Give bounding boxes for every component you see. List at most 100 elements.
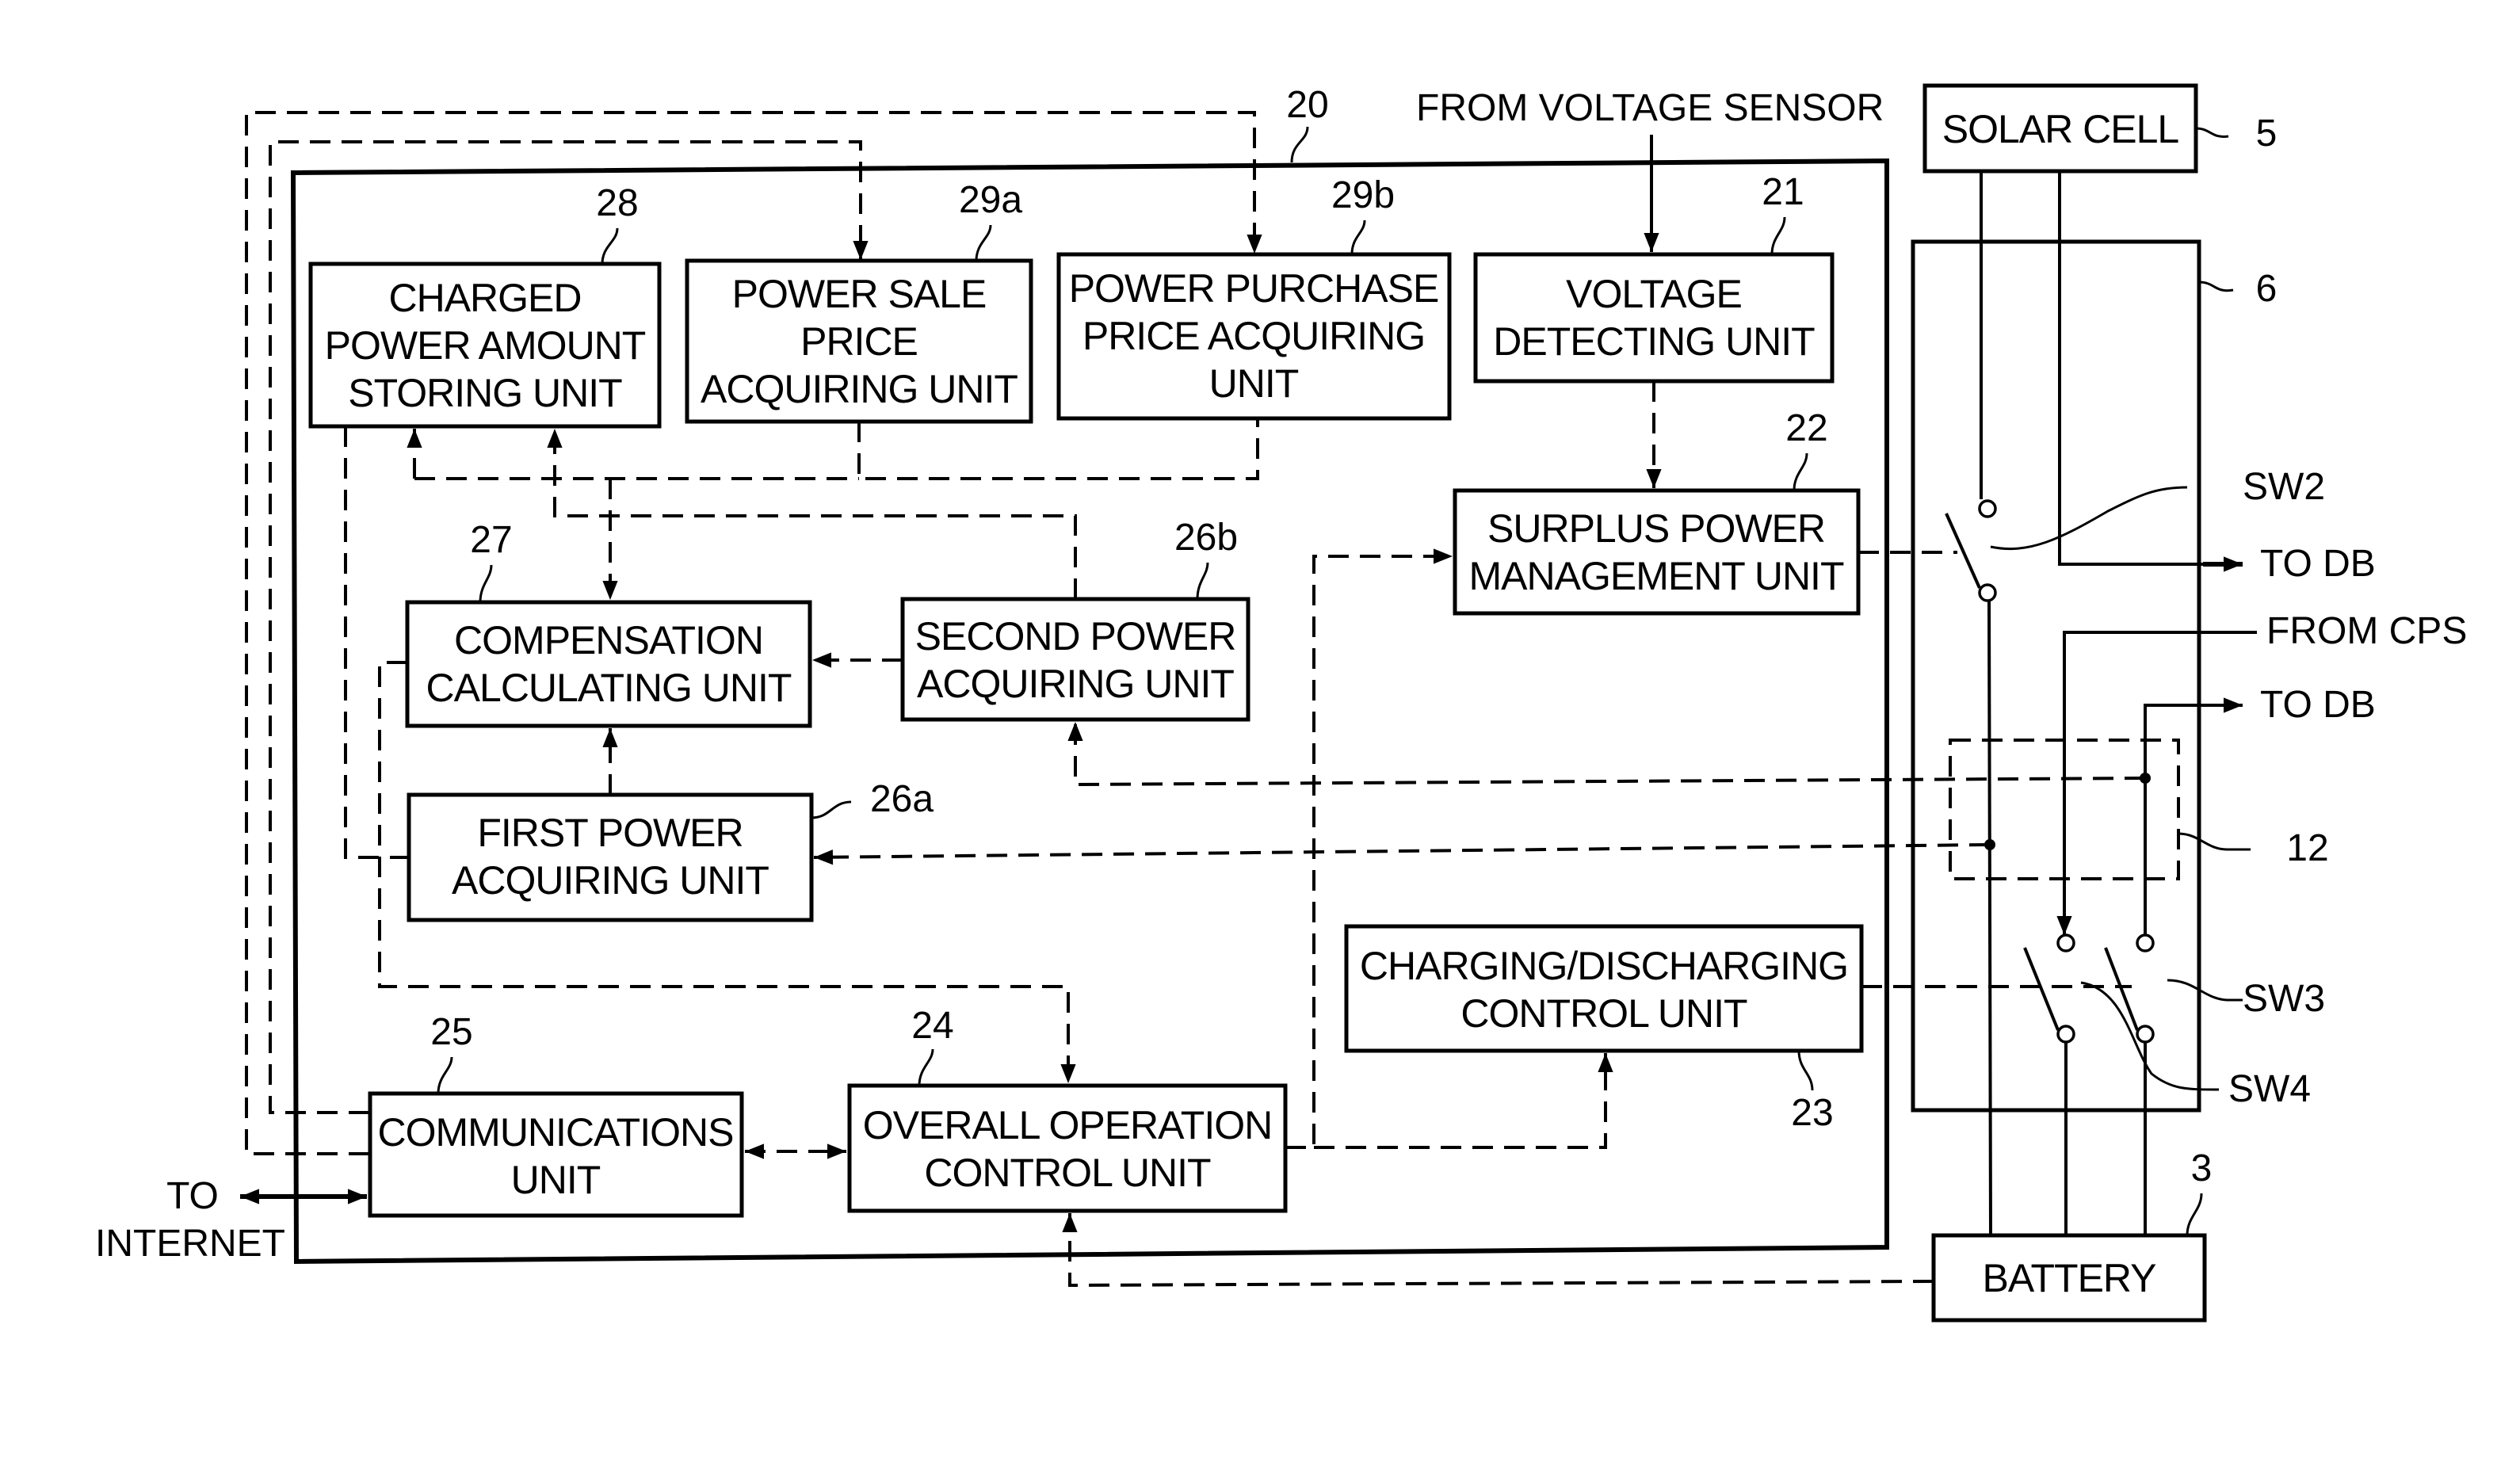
to-db-label-1: TO DB bbox=[2260, 543, 2376, 585]
battery-line-a bbox=[1987, 600, 1992, 1236]
block-label: ACQUIRING UNIT bbox=[701, 367, 1018, 411]
to-internet-label-2: INTERNET bbox=[95, 1223, 285, 1265]
overall-to-charging-link bbox=[1314, 1053, 1613, 1149]
ref-29b: 29b bbox=[1331, 174, 1395, 216]
block-label: OVERALL OPERATION bbox=[863, 1103, 1272, 1147]
sw2-terminal-bottom bbox=[1978, 583, 1997, 602]
ref-29b-leader bbox=[1350, 219, 1366, 255]
block-label: CONTROL UNIT bbox=[1460, 991, 1747, 1036]
ref-27-leader bbox=[479, 564, 493, 603]
ref-5-leader bbox=[2195, 127, 2229, 138]
ref-25: 25 bbox=[430, 1011, 472, 1053]
sw4-label: SW4 bbox=[2228, 1068, 2311, 1110]
block-label: CALCULATING UNIT bbox=[426, 666, 792, 710]
solar-line-b bbox=[2058, 171, 2203, 566]
sw3-terminal-top bbox=[2056, 933, 2075, 952]
ref-5: 5 bbox=[2256, 113, 2278, 155]
voltage-detecting-unit[interactable]: VOLTAGE DETECTING UNIT bbox=[1473, 252, 1835, 384]
block-label: FIRST POWER bbox=[477, 811, 743, 855]
power-purchase-price-acquiring-unit[interactable]: POWER PURCHASE PRICE ACQUIRING UNIT bbox=[1056, 252, 1452, 421]
ref-6: 6 bbox=[2256, 268, 2278, 310]
from-voltage-sensor-label: FROM VOLTAGE SENSOR bbox=[1416, 87, 1884, 129]
block-label: PRICE bbox=[800, 319, 918, 364]
to-db-label-2: TO DB bbox=[2260, 684, 2376, 726]
first-power-acquiring-unit[interactable]: FIRST POWER ACQUIRING UNIT bbox=[407, 792, 814, 922]
sw3-terminal-bottom bbox=[2056, 1025, 2075, 1044]
ref-29a: 29a bbox=[959, 179, 1022, 221]
ref-6-leader bbox=[2198, 281, 2234, 292]
block-label: BATTERY bbox=[1983, 1256, 2157, 1300]
block-label: SOLAR CELL bbox=[1942, 107, 2179, 151]
price-units-bus bbox=[857, 418, 1259, 480]
block-label: POWER PURCHASE bbox=[1069, 266, 1439, 311]
ref-3-leader bbox=[2186, 1193, 2203, 1236]
ref-22: 22 bbox=[1785, 407, 1827, 449]
ref-23-leader bbox=[1797, 1050, 1814, 1091]
to-internet-label-1: TO bbox=[166, 1175, 219, 1217]
ref-24-leader bbox=[918, 1048, 934, 1086]
sw4-terminal-top bbox=[2136, 933, 2155, 952]
charging-discharging-control-unit[interactable]: CHARGING/DISCHARGING CONTROL UNIT bbox=[1344, 924, 1864, 1053]
ref-27: 27 bbox=[470, 519, 512, 561]
block-label: POWER SALE bbox=[732, 272, 987, 316]
block-label: ACQUIRING UNIT bbox=[917, 662, 1234, 706]
battery[interactable]: BATTERY bbox=[1931, 1233, 2207, 1323]
controller-ref-leader bbox=[1290, 126, 1309, 163]
ref-26a-leader bbox=[811, 800, 852, 819]
ref-24: 24 bbox=[911, 1005, 953, 1047]
ref-26b: 26b bbox=[1174, 517, 1238, 559]
ref-22-leader bbox=[1793, 452, 1808, 491]
ref-3: 3 bbox=[2191, 1147, 2213, 1189]
surplus-power-management-unit[interactable]: SURPLUS POWER MANAGEMENT UNIT bbox=[1453, 488, 1861, 616]
second-power-acquiring-unit[interactable]: SECOND POWER ACQUIRING UNIT bbox=[900, 597, 1250, 722]
block-label: MANAGEMENT UNIT bbox=[1469, 554, 1844, 598]
block-label: UNIT bbox=[511, 1158, 601, 1202]
sw3-leader bbox=[2167, 979, 2243, 1002]
ref-25-leader bbox=[437, 1056, 453, 1094]
charged-power-amount-storing-unit[interactable]: CHARGED POWER AMOUNT STORING UNIT bbox=[308, 261, 662, 429]
block-label: COMPENSATION bbox=[454, 618, 763, 662]
compensation-calculating-unit[interactable]: COMPENSATION CALCULATING UNIT bbox=[405, 600, 812, 728]
switch-box bbox=[1911, 239, 2201, 1113]
block-label: STORING UNIT bbox=[348, 371, 622, 415]
ref-12: 12 bbox=[2286, 827, 2328, 869]
block-label: CHARGED bbox=[388, 276, 581, 320]
sw2-terminal-top bbox=[1978, 499, 1997, 518]
block-label: ACQUIRING UNIT bbox=[452, 858, 769, 903]
ref-28-leader bbox=[601, 227, 619, 265]
overall-operation-control-unit[interactable]: OVERALL OPERATION CONTROL UNIT bbox=[847, 1083, 1288, 1213]
ref-26a: 26a bbox=[870, 778, 934, 820]
sw4-terminal-bottom bbox=[2136, 1025, 2155, 1044]
block-label: CHARGING/DISCHARGING bbox=[1360, 944, 1848, 988]
ref-21-leader bbox=[1770, 216, 1786, 255]
storage-to-first-power-link bbox=[344, 426, 409, 859]
block-label: CONTROL UNIT bbox=[924, 1151, 1211, 1195]
ref-12-leader bbox=[2178, 832, 2251, 851]
sensor-to-first-power-link bbox=[813, 843, 1991, 865]
block-label: DETECTING UNIT bbox=[1493, 319, 1815, 364]
ref-28: 28 bbox=[596, 182, 638, 224]
sw4-blade bbox=[2104, 947, 2139, 1031]
block-label: SURPLUS POWER bbox=[1487, 506, 1825, 551]
sensor-to-second-power-link bbox=[1067, 722, 2146, 787]
block-label: COMMUNICATIONS bbox=[378, 1110, 734, 1155]
solar-cell[interactable]: SOLAR CELL bbox=[1922, 83, 2198, 174]
ref-21: 21 bbox=[1762, 171, 1804, 213]
block-label: SECOND POWER bbox=[915, 614, 1236, 658]
ref-26b-leader bbox=[1196, 562, 1209, 600]
block-label: POWER AMOUNT bbox=[325, 323, 646, 368]
block-label: PRICE ACQUIRING bbox=[1082, 314, 1425, 358]
sw3-label: SW3 bbox=[2243, 978, 2325, 1020]
from-cps-label: FROM CPS bbox=[2266, 610, 2467, 652]
sw2-blade bbox=[1945, 513, 1981, 589]
from-cps-line bbox=[2056, 631, 2257, 935]
ref-23: 23 bbox=[1791, 1092, 1833, 1134]
block-label: UNIT bbox=[1209, 361, 1299, 406]
ref-29a-leader bbox=[975, 224, 992, 261]
communications-unit[interactable]: COMMUNICATIONS UNIT bbox=[368, 1091, 744, 1218]
sw2-leader bbox=[1990, 486, 2188, 551]
controller-ref: 20 bbox=[1286, 84, 1328, 126]
block-label: VOLTAGE bbox=[1566, 272, 1742, 316]
second-power-to-storage-link bbox=[547, 429, 1077, 599]
power-sale-price-acquiring-unit[interactable]: POWER SALE PRICE ACQUIRING UNIT bbox=[685, 258, 1033, 424]
